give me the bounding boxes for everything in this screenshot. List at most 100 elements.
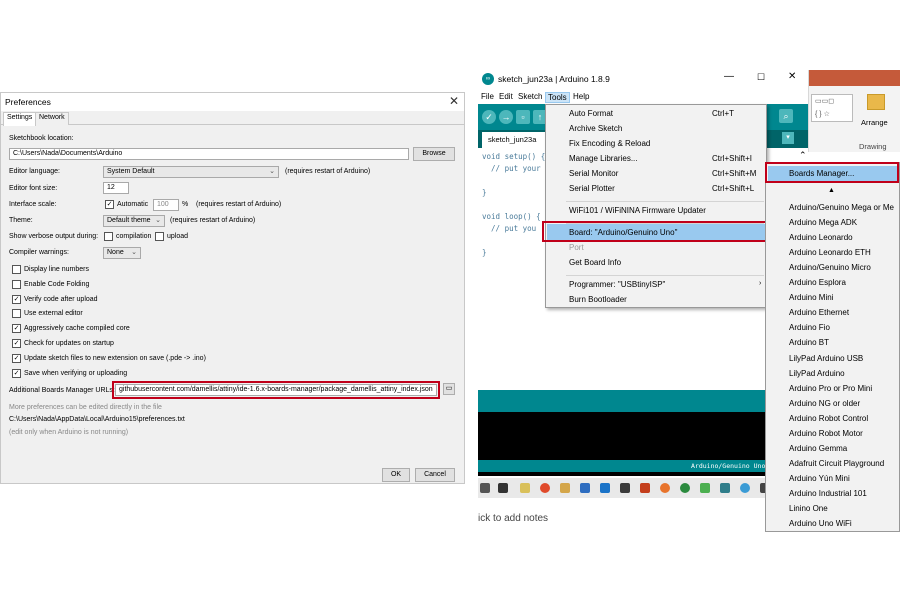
verify-icon[interactable]: ✓ xyxy=(482,110,496,124)
board-item[interactable]: LilyPad Arduino USB xyxy=(789,354,863,363)
maximize-icon[interactable]: ☐ xyxy=(757,72,765,83)
upload-icon[interactable]: → xyxy=(499,110,513,124)
tools-menu: Auto Format Ctrl+T Archive Sketch Fix Encod… xyxy=(545,104,767,308)
tools-menu-item[interactable]: Serial Plotter xyxy=(569,184,615,193)
minimize-icon[interactable]: — xyxy=(724,71,734,82)
board-item[interactable]: Arduino Mega ADK xyxy=(789,218,857,227)
cancel-button[interactable]: Cancel xyxy=(415,468,455,482)
menu-tools[interactable]: Tools xyxy=(545,92,570,103)
file-explorer-icon[interactable] xyxy=(520,483,530,493)
board-item[interactable]: Arduino Fio xyxy=(789,323,830,332)
menu-sketch[interactable]: Sketch xyxy=(518,92,542,101)
board-item[interactable]: Arduino Robot Motor xyxy=(789,429,863,438)
ok-button[interactable]: OK xyxy=(382,468,410,482)
serial-monitor-icon[interactable]: ⌕ xyxy=(779,109,793,123)
tools-menu-item[interactable]: Get Board Info xyxy=(569,258,621,267)
compilation-checkbox[interactable] xyxy=(104,232,113,241)
folder-icon[interactable] xyxy=(560,483,570,493)
font-size-input[interactable]: 12 xyxy=(103,182,129,194)
tab-network[interactable]: Network xyxy=(35,112,69,125)
app-icon[interactable] xyxy=(680,483,690,493)
tools-menu-item[interactable]: WiFi101 / WiFiNINA Firmware Updater xyxy=(569,206,706,215)
new-icon[interactable]: ▫ xyxy=(516,110,530,124)
menu-file[interactable]: File xyxy=(481,92,494,101)
word-icon[interactable] xyxy=(600,483,610,493)
chrome-icon[interactable] xyxy=(540,483,550,493)
tools-menu-item[interactable]: Manage Libraries... xyxy=(569,154,637,163)
board-item[interactable]: Arduino/Genuino Micro xyxy=(789,263,871,272)
tab-sketch[interactable]: sketch_jun23a xyxy=(482,132,546,148)
board-item[interactable]: LilyPad Arduino xyxy=(789,369,845,378)
task-view-icon[interactable] xyxy=(498,483,508,493)
compiler-warnings-value: None xyxy=(107,249,124,256)
theme-value: Default theme xyxy=(107,217,151,224)
tab-menu-icon[interactable]: ▾ xyxy=(782,132,794,144)
scroll-up-icon[interactable]: ▲ xyxy=(828,187,835,194)
board-item[interactable]: Adafruit Circuit Playground xyxy=(789,459,884,468)
board-item[interactable]: Arduino Uno WiFi xyxy=(789,519,852,528)
board-item[interactable]: Arduino Industrial 101 xyxy=(789,489,867,498)
scale-input[interactable]: 100 xyxy=(153,199,179,211)
tools-menu-item[interactable]: Fix Encoding & Reload xyxy=(569,139,650,148)
interface-scale-label: Interface scale: xyxy=(9,201,57,208)
ribbon-arrange[interactable]: Arrange xyxy=(861,118,888,127)
browse-button[interactable]: Browse xyxy=(413,147,455,161)
tools-menu-item[interactable]: Burn Bootloader xyxy=(569,295,627,304)
board-item[interactable]: Arduino Mini xyxy=(789,293,833,302)
board-item[interactable]: Arduino Esplora xyxy=(789,278,846,287)
menu-edit[interactable]: Edit xyxy=(499,92,513,101)
app-icon[interactable] xyxy=(700,483,710,493)
theme-select[interactable]: Default theme ⌄ xyxy=(103,215,165,227)
firefox-icon[interactable] xyxy=(660,483,670,493)
notes-placeholder[interactable]: ick to add notes xyxy=(478,513,548,524)
chevron-up-icon[interactable]: ⌃ xyxy=(799,150,807,161)
editor-language-select[interactable]: System Default ⌄ xyxy=(103,166,279,178)
automatic-checkbox[interactable]: ✓ xyxy=(105,200,114,209)
store-icon[interactable] xyxy=(580,483,590,493)
option-checkbox[interactable] xyxy=(12,309,21,319)
option-checkbox[interactable]: ✓ xyxy=(12,339,21,348)
tools-menu-item[interactable]: Serial Monitor xyxy=(569,169,618,178)
compiler-warnings-select[interactable]: None ⌄ xyxy=(103,247,141,259)
menu-help[interactable]: Help xyxy=(573,92,589,101)
board-item[interactable]: Arduino BT xyxy=(789,338,829,347)
option-checkbox[interactable]: ✓ xyxy=(12,324,21,334)
tools-menu-item[interactable]: Auto Format xyxy=(569,109,613,118)
edit-urls-button[interactable]: ▭ xyxy=(443,383,455,395)
restart-note: (requires restart of Arduino) xyxy=(285,168,371,175)
powerpoint-icon[interactable] xyxy=(640,483,650,493)
board-item[interactable]: Arduino Ethernet xyxy=(789,308,849,317)
tools-menu-item[interactable]: Port xyxy=(569,243,584,252)
tools-menu-item[interactable]: Programmer: "USBtinyISP" xyxy=(569,280,665,289)
option-checkbox[interactable]: ✓ xyxy=(12,368,21,378)
option-label: Check for updates on startup xyxy=(24,340,114,347)
menu-shortcut: Ctrl+Shift+L xyxy=(712,184,755,193)
board-item[interactable]: Arduino Yún Mini xyxy=(789,474,850,483)
option-checkbox[interactable]: ✓ xyxy=(12,353,21,363)
telegram-icon[interactable] xyxy=(740,483,750,493)
close-icon[interactable]: ✕ xyxy=(788,71,796,82)
board-item[interactable]: Arduino Robot Control xyxy=(789,414,868,423)
tools-menu-item[interactable]: Archive Sketch xyxy=(569,124,622,133)
sketchbook-input[interactable]: C:\Users\Nada\Documents\Arduino xyxy=(9,148,409,160)
percent-label: % xyxy=(182,201,189,208)
tab-settings[interactable]: Settings xyxy=(3,112,37,126)
board-item[interactable]: Arduino Pro or Pro Mini xyxy=(789,384,872,393)
board-item[interactable]: Arduino Leonardo ETH xyxy=(789,248,871,257)
theme-label: Theme: xyxy=(9,217,33,224)
option-checkbox[interactable] xyxy=(12,265,21,274)
arduino-taskbar-icon[interactable] xyxy=(720,483,730,493)
board-item[interactable]: Linino One xyxy=(789,504,828,513)
board-item[interactable]: Arduino/Genuino Mega or Me xyxy=(789,203,894,212)
close-icon[interactable]: ✕ xyxy=(449,94,459,108)
mail-icon[interactable] xyxy=(620,483,630,493)
option-checkbox[interactable]: ✓ xyxy=(12,294,21,304)
option-checkbox[interactable] xyxy=(12,279,21,289)
arrange-icon[interactable] xyxy=(867,94,885,110)
board-item[interactable]: Arduino Gemma xyxy=(789,444,847,453)
board-item[interactable]: Arduino Leonardo xyxy=(789,233,853,242)
search-icon[interactable] xyxy=(480,483,490,493)
upload-checkbox[interactable] xyxy=(155,232,164,241)
board-item[interactable]: Arduino NG or older xyxy=(789,399,860,408)
office-ribbon: ▭▭◻ { } ☆ Arrange Drawing xyxy=(808,70,900,152)
